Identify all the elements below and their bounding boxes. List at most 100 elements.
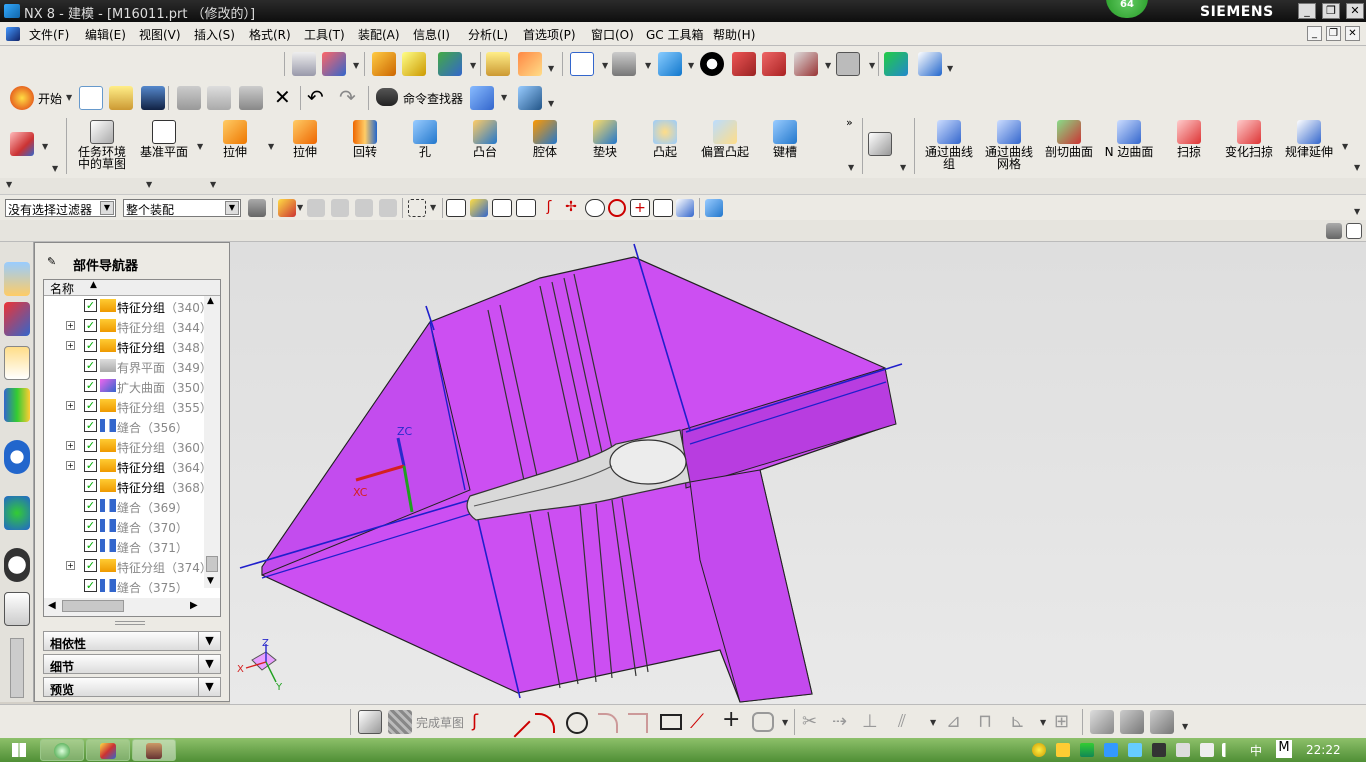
expand-icon[interactable]: + xyxy=(66,401,75,410)
tree-row[interactable]: ✓ 特征分组（340） xyxy=(44,296,212,316)
tray-user-icon[interactable] xyxy=(1056,743,1070,757)
visibility-checkbox[interactable]: ✓ xyxy=(84,519,97,532)
delete-icon[interactable]: ✕ xyxy=(274,87,291,107)
tree-row[interactable]: ✓ 缝合（375） xyxy=(44,576,204,596)
taskbar-app-nx[interactable] xyxy=(86,739,130,761)
show-hide-icon[interactable] xyxy=(918,52,942,76)
open-folder-icon[interactable] xyxy=(109,86,133,110)
menu-file[interactable]: 文件(F) xyxy=(29,26,69,43)
tree-row[interactable]: ✓ 特征分组（368） xyxy=(44,476,212,496)
select-edge-icon[interactable] xyxy=(379,199,397,217)
datum-plane-button[interactable]: 基准平面 xyxy=(134,116,194,176)
expand-icon[interactable]: + xyxy=(66,321,75,330)
edit-section-icon[interactable] xyxy=(794,52,818,76)
visibility-checkbox[interactable]: ✓ xyxy=(84,379,97,392)
wcs-icon[interactable] xyxy=(322,52,346,76)
select-body-icon[interactable] xyxy=(331,199,349,217)
fit-view-icon[interactable] xyxy=(570,52,594,76)
ime-mode-indicator[interactable]: M xyxy=(1276,740,1292,758)
visibility-checkbox[interactable]: ✓ xyxy=(84,439,97,452)
pin-icon[interactable]: ✎ xyxy=(47,255,56,268)
visibility-checkbox[interactable]: ✓ xyxy=(84,479,97,492)
tray-shield-icon[interactable] xyxy=(1080,743,1094,757)
tree-row[interactable]: + ✓ 特征分组（355） xyxy=(44,396,212,416)
reattach-icon[interactable] xyxy=(1120,710,1144,734)
section-view-icon[interactable] xyxy=(732,52,756,76)
constraint-navigator-tab[interactable] xyxy=(4,302,30,336)
model-view[interactable]: ZC XC Z X Y xyxy=(230,242,1366,704)
doc-restore-button[interactable]: ❐ xyxy=(1326,26,1341,41)
tree-row[interactable]: ✓ 缝合（356） xyxy=(44,416,204,436)
extrude-button-1[interactable]: 拉伸 xyxy=(206,116,264,176)
point-icon[interactable]: + xyxy=(722,707,740,732)
select-face-icon[interactable] xyxy=(355,199,373,217)
end-point-icon[interactable] xyxy=(492,199,512,217)
minimize-button[interactable]: _ xyxy=(1298,3,1316,19)
reuse-library-tab[interactable] xyxy=(4,388,30,422)
tree-row[interactable]: ✓ 有界平面（349） xyxy=(44,356,212,376)
offset-emboss-button[interactable]: 偏置凸起 xyxy=(696,116,754,176)
extrude-button-2[interactable]: 拉伸 xyxy=(276,116,334,176)
undo-icon[interactable]: ↶ xyxy=(307,86,324,108)
full-screen-icon[interactable] xyxy=(1346,223,1362,239)
scroll-thumb[interactable] xyxy=(206,556,218,572)
quadrant-point-icon[interactable] xyxy=(608,199,626,217)
chamfer-icon[interactable] xyxy=(628,713,648,733)
revolve-button[interactable]: 回转 xyxy=(336,116,394,176)
system-clock[interactable]: 22:22 xyxy=(1306,743,1341,757)
binoculars-icon[interactable] xyxy=(376,88,398,106)
polyline-icon[interactable]: ⟋ xyxy=(690,709,704,733)
menu-analysis[interactable]: 分析(L) xyxy=(468,26,508,43)
splitter-handle[interactable] xyxy=(115,621,145,625)
mirror-curve-icon[interactable]: ⊿ xyxy=(946,711,961,732)
tray-volume-icon[interactable] xyxy=(1200,743,1214,757)
expand-icon[interactable]: + xyxy=(66,561,75,570)
layout-icon[interactable] xyxy=(1326,223,1342,239)
menu-insert[interactable]: 插入(S) xyxy=(194,26,235,43)
intersection-point-icon[interactable]: ✢ xyxy=(562,199,580,217)
sketch-icon[interactable] xyxy=(358,710,382,734)
insert-feature-icon[interactable] xyxy=(10,132,34,156)
part-navigator-tab[interactable] xyxy=(4,346,30,380)
curve-mesh-button[interactable]: 通过曲线网格 xyxy=(980,116,1038,176)
offset-curve-icon[interactable]: ⫽ xyxy=(898,711,906,732)
menu-tools[interactable]: 工具(T) xyxy=(304,26,345,43)
finish-sketch-button[interactable]: 完成草图 xyxy=(416,714,464,731)
arc-icon[interactable] xyxy=(535,713,555,733)
slot-button[interactable]: 键槽 xyxy=(756,116,814,176)
new-file-icon[interactable] xyxy=(79,86,103,110)
tree-row[interactable]: + ✓ 特征分组（364） xyxy=(44,456,212,476)
profile-icon[interactable]: ʃ xyxy=(472,711,478,732)
n-sided-surface-button[interactable]: N 边曲面 xyxy=(1100,116,1158,176)
visibility-checkbox[interactable]: ✓ xyxy=(84,339,97,352)
section-surface-button[interactable]: 剖切曲面 xyxy=(1040,116,1098,176)
tray-keyboard-icon[interactable] xyxy=(1152,743,1166,757)
polygon-icon[interactable] xyxy=(752,712,774,732)
web-browser-tab[interactable] xyxy=(4,496,30,530)
tree-row[interactable]: ✓ 缝合（371） xyxy=(44,536,204,556)
type-filter-select[interactable]: 没有选择过滤器 ▼ xyxy=(5,199,116,217)
scope-select[interactable]: 整个装配 ▼ xyxy=(123,199,241,217)
sketch-task-button[interactable]: 任务环境中的草图 xyxy=(72,116,132,176)
hole-button[interactable]: 孔 xyxy=(396,116,454,176)
ime-indicator[interactable]: 中 xyxy=(1250,742,1262,759)
menu-info[interactable]: 信息(I) xyxy=(413,26,450,43)
trim-body-icon[interactable] xyxy=(868,132,892,156)
copy-icon[interactable] xyxy=(207,86,231,110)
measure-distance-icon[interactable] xyxy=(486,52,510,76)
menu-preferences[interactable]: 首选项(P) xyxy=(523,26,576,43)
arc-center-icon[interactable] xyxy=(585,199,605,217)
expand-icon[interactable]: + xyxy=(66,341,75,350)
filter-settings-icon[interactable] xyxy=(248,199,266,217)
resource-scroll[interactable] xyxy=(10,638,24,698)
maximize-button[interactable]: ❐ xyxy=(1322,3,1340,19)
cut-icon[interactable] xyxy=(177,86,201,110)
doc-icon[interactable] xyxy=(6,27,20,41)
update-model-icon[interactable] xyxy=(1150,710,1174,734)
tree-row[interactable]: + ✓ 特征分组（348） xyxy=(44,336,212,356)
circle-icon[interactable] xyxy=(566,712,588,734)
scroll-down-icon[interactable]: ▼ xyxy=(207,576,214,586)
taskbar-app-browser[interactable] xyxy=(40,739,84,761)
scroll-left-icon[interactable]: ◀ xyxy=(48,600,56,611)
role-icon[interactable] xyxy=(470,86,494,110)
